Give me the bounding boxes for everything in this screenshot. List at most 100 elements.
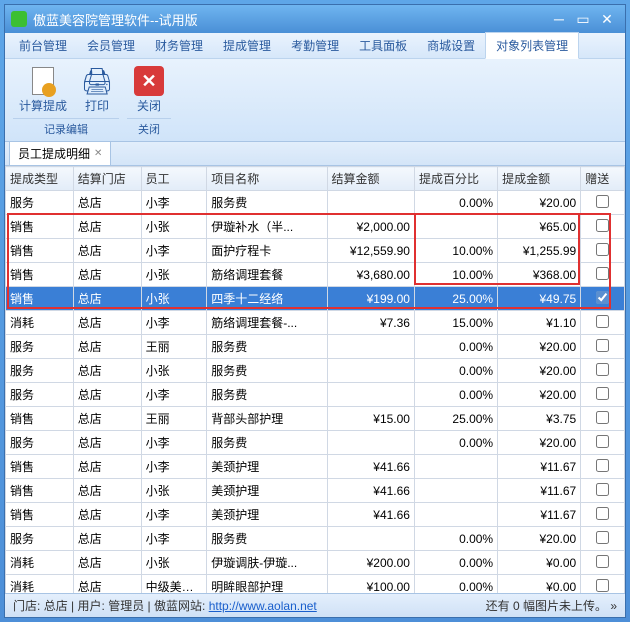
gift-checkbox[interactable]	[596, 363, 609, 376]
cell-amount	[327, 383, 414, 407]
column-header-1[interactable]: 结算门店	[73, 167, 141, 191]
gift-checkbox[interactable]	[596, 579, 609, 592]
cell-store: 总店	[73, 431, 141, 455]
cell-pct: 0.00%	[414, 359, 497, 383]
table-row[interactable]: 销售总店小张四季十二经络¥199.0025.00%¥49.75	[6, 287, 625, 311]
gift-checkbox[interactable]	[596, 531, 609, 544]
cell-pct	[414, 455, 497, 479]
gift-checkbox[interactable]	[596, 243, 609, 256]
gift-checkbox[interactable]	[596, 315, 609, 328]
table-row[interactable]: 服务总店小李服务费0.00%¥20.00	[6, 431, 625, 455]
table-row[interactable]: 销售总店小李美颈护理¥41.66¥11.67	[6, 455, 625, 479]
cell-amount: ¥200.00	[327, 551, 414, 575]
column-header-6[interactable]: 提成金额	[498, 167, 581, 191]
cell-pct: 0.00%	[414, 431, 497, 455]
cell-store: 总店	[73, 527, 141, 551]
status-right: 还有 0 幅图片未上传。	[486, 597, 607, 614]
close-button[interactable]: ✕关闭	[127, 63, 171, 116]
table-row[interactable]: 销售总店小李美颈护理¥41.66¥11.67	[6, 503, 625, 527]
status-site-link[interactable]: http://www.aolan.net	[209, 599, 317, 613]
table-row[interactable]: 消耗总店中级美容师明眸眼部护理¥100.000.00%¥0.00	[6, 575, 625, 594]
app-icon	[11, 11, 27, 27]
cell-item: 服务费	[207, 431, 327, 455]
cell-item: 服务费	[207, 383, 327, 407]
gift-checkbox[interactable]	[596, 219, 609, 232]
column-header-5[interactable]: 提成百分比	[414, 167, 497, 191]
table-row[interactable]: 服务总店小李服务费0.00%¥20.00	[6, 191, 625, 215]
table-row[interactable]: 销售总店小李面护疗程卡¥12,559.9010.00%¥1,255.99	[6, 239, 625, 263]
table-row[interactable]: 销售总店小张美颈护理¥41.66¥11.67	[6, 479, 625, 503]
minimize-button[interactable]: ─	[547, 10, 571, 28]
cell-store: 总店	[73, 215, 141, 239]
menu-3[interactable]: 提成管理	[213, 33, 281, 58]
cell-comm: ¥1.10	[498, 311, 581, 335]
table-row[interactable]: 服务总店小李服务费0.00%¥20.00	[6, 383, 625, 407]
menu-1[interactable]: 会员管理	[77, 33, 145, 58]
table-row[interactable]: 服务总店小李服务费0.00%¥20.00	[6, 527, 625, 551]
cell-amount: ¥12,559.90	[327, 239, 414, 263]
menu-5[interactable]: 工具面板	[349, 33, 417, 58]
cell-type: 销售	[6, 407, 74, 431]
cell-type: 销售	[6, 455, 74, 479]
table-row[interactable]: 服务总店小张服务费0.00%¥20.00	[6, 359, 625, 383]
cell-emp: 小张	[141, 263, 207, 287]
cell-emp: 小李	[141, 455, 207, 479]
subtab-close-icon[interactable]: ✕	[94, 148, 102, 159]
cell-pct: 0.00%	[414, 527, 497, 551]
cell-store: 总店	[73, 287, 141, 311]
cell-type: 服务	[6, 335, 74, 359]
cell-store: 总店	[73, 239, 141, 263]
table-row[interactable]: 消耗总店小李筋络调理套餐-...¥7.3615.00%¥1.10	[6, 311, 625, 335]
menu-7[interactable]: 对象列表管理	[485, 32, 579, 59]
data-grid[interactable]: 提成类型结算门店员工项目名称结算金额提成百分比提成金额赠送 服务总店小李服务费0…	[5, 166, 625, 593]
cell-pct: 15.00%	[414, 311, 497, 335]
menu-0[interactable]: 前台管理	[9, 33, 77, 58]
gift-checkbox[interactable]	[596, 291, 609, 304]
table-row[interactable]: 销售总店小张筋络调理套餐¥3,680.0010.00%¥368.00	[6, 263, 625, 287]
menu-4[interactable]: 考勤管理	[281, 33, 349, 58]
menu-6[interactable]: 商城设置	[417, 33, 485, 58]
ribbon-group-label: 记录编辑	[13, 118, 119, 141]
gift-checkbox[interactable]	[596, 555, 609, 568]
maximize-button[interactable]: ▭	[571, 10, 595, 28]
column-header-0[interactable]: 提成类型	[6, 167, 74, 191]
cell-pct: 25.00%	[414, 287, 497, 311]
gift-checkbox[interactable]	[596, 411, 609, 424]
gift-checkbox[interactable]	[596, 483, 609, 496]
cell-amount	[327, 527, 414, 551]
close-window-button[interactable]: ✕	[595, 10, 619, 28]
cell-item: 服务费	[207, 359, 327, 383]
cell-emp: 王丽	[141, 407, 207, 431]
table-row[interactable]: 消耗总店小张伊璇调肤-伊璇...¥200.000.00%¥0.00	[6, 551, 625, 575]
gift-checkbox[interactable]	[596, 459, 609, 472]
cell-store: 总店	[73, 575, 141, 594]
table-row[interactable]: 服务总店王丽服务费0.00%¥20.00	[6, 335, 625, 359]
cell-comm: ¥0.00	[498, 551, 581, 575]
cell-amount	[327, 431, 414, 455]
subtab-commission-detail[interactable]: 员工提成明细 ✕	[9, 141, 111, 165]
print-button[interactable]: 🖨打印	[75, 63, 119, 116]
cell-comm: ¥20.00	[498, 359, 581, 383]
gift-checkbox[interactable]	[596, 507, 609, 520]
cell-pct	[414, 479, 497, 503]
gift-checkbox[interactable]	[596, 339, 609, 352]
menu-2[interactable]: 财务管理	[145, 33, 213, 58]
gift-checkbox[interactable]	[596, 267, 609, 280]
cell-pct: 10.00%	[414, 239, 497, 263]
cell-amount: ¥2,000.00	[327, 215, 414, 239]
table-row[interactable]: 销售总店王丽背部头部护理¥15.0025.00%¥3.75	[6, 407, 625, 431]
table-row[interactable]: 销售总店小张伊璇补水（半...¥2,000.00¥65.00	[6, 215, 625, 239]
cell-item: 服务费	[207, 191, 327, 215]
column-header-3[interactable]: 项目名称	[207, 167, 327, 191]
gift-checkbox[interactable]	[596, 387, 609, 400]
gift-checkbox[interactable]	[596, 195, 609, 208]
status-user-label: 用户:	[78, 597, 105, 614]
column-header-7[interactable]: 赠送	[581, 167, 625, 191]
column-header-4[interactable]: 结算金额	[327, 167, 414, 191]
cell-comm: ¥20.00	[498, 335, 581, 359]
calc-commission-button[interactable]: 计算提成	[13, 63, 73, 116]
column-header-2[interactable]: 员工	[141, 167, 207, 191]
close-icon: ✕	[133, 65, 165, 97]
gift-checkbox[interactable]	[596, 435, 609, 448]
cell-pct: 10.00%	[414, 263, 497, 287]
